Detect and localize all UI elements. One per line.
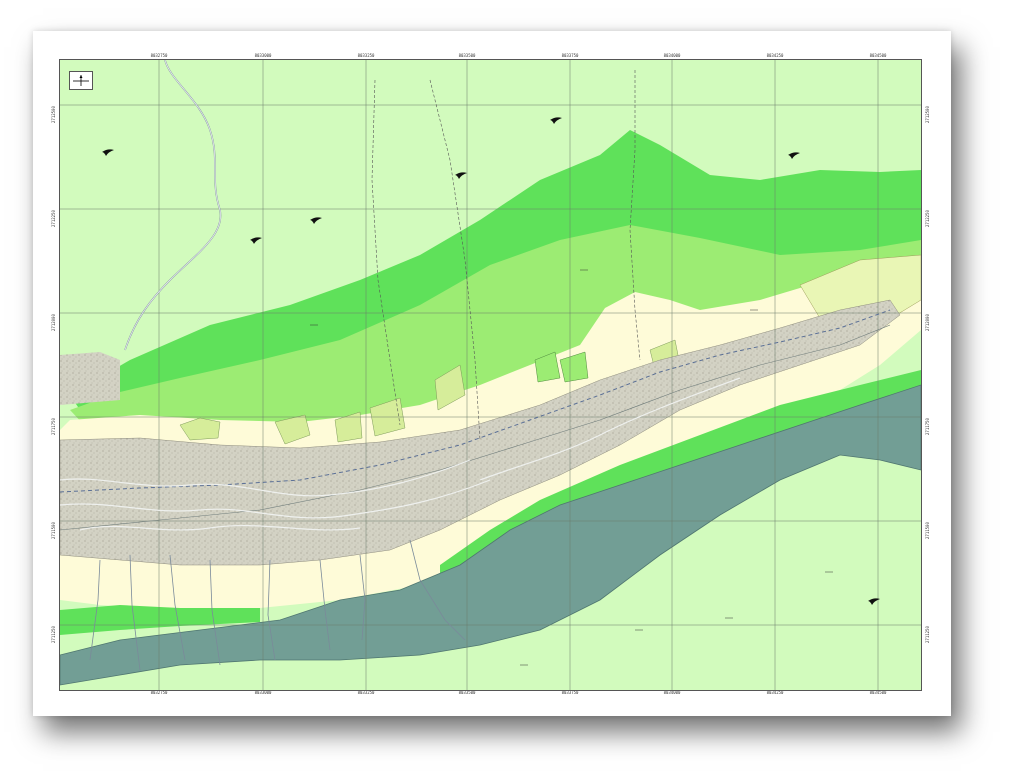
grid-tick-left: 2712000 <box>51 314 56 331</box>
grid-tick-right: 2711500 <box>925 522 930 539</box>
grid-tick-right: 2711250 <box>925 626 930 643</box>
map-sheet: 8032750 8033000 8033250 8033500 8033750 … <box>33 31 951 716</box>
grid-tick-top: 8033250 <box>357 53 375 58</box>
grid-tick-left: 2712250 <box>51 210 56 227</box>
grid-tick-right: 2712250 <box>925 210 930 227</box>
grid-tick-left: 2711250 <box>51 626 56 643</box>
grid-tick-right: 2712500 <box>925 106 930 123</box>
grid-tick-left: 2711750 <box>51 418 56 435</box>
grid-tick-left: 2711500 <box>51 522 56 539</box>
geologic-map[interactable] <box>59 59 922 691</box>
grid-tick-top: 8033000 <box>254 53 272 58</box>
grid-tick-left: 2712500 <box>51 106 56 123</box>
grid-tick-top: 8034250 <box>766 53 784 58</box>
map-canvas <box>60 60 921 690</box>
grid-tick-right: 2711750 <box>925 418 930 435</box>
grid-tick-top: 8032750 <box>150 53 168 58</box>
grid-tick-top: 8033500 <box>458 53 476 58</box>
grid-tick-top: 8033750 <box>561 53 579 58</box>
grid-tick-top: 8034500 <box>869 53 887 58</box>
riverbed-unit <box>60 352 120 405</box>
grid-tick-right: 2712000 <box>925 314 930 331</box>
north-arrow-icon <box>69 71 93 90</box>
grid-tick-top: 8034000 <box>663 53 681 58</box>
